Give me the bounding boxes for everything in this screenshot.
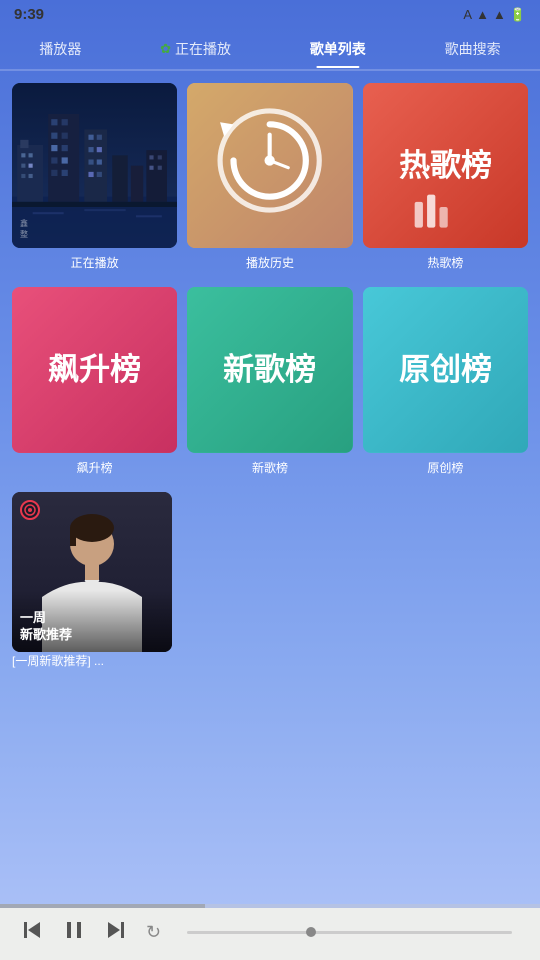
nowplaying-sub2: 整 xyxy=(20,229,28,240)
input-icon: A xyxy=(463,7,472,22)
history-image xyxy=(187,83,352,248)
main-content: 鑫 整 正在播放 xyxy=(0,71,540,904)
card-hot[interactable]: 热歌榜 热歌榜 xyxy=(363,83,528,271)
nowplaying-image: 鑫 整 xyxy=(12,83,177,248)
nav-playlist[interactable]: 歌单列表 xyxy=(302,33,374,65)
grid-row-1: 鑫 整 正在播放 xyxy=(12,83,528,271)
original-image: 原创榜 xyxy=(363,287,528,452)
newsongs-label: 新歌榜 xyxy=(252,459,288,476)
nav-search[interactable]: 歌曲搜索 xyxy=(437,33,509,65)
top-nav: 播放器 ✿ 正在播放 歌单列表 歌曲搜索 xyxy=(0,27,540,65)
grid-row-2: 飙升榜 飙升榜 新歌榜 新歌榜 xyxy=(12,287,528,475)
weekly-row: 一周 新歌推荐 [一周新歌推荐] ... xyxy=(12,492,528,670)
prev-button[interactable] xyxy=(20,918,44,946)
wifi-icon: ▲ xyxy=(476,7,489,22)
card-rising[interactable]: 飙升榜 飙升榜 xyxy=(12,287,177,475)
nav-nowplaying[interactable]: ✿ 正在播放 xyxy=(152,33,239,65)
status-icons: A ▲ ▲ 🔋 xyxy=(463,7,526,23)
card-newsongs[interactable]: 新歌榜 新歌榜 xyxy=(187,287,352,475)
bottom-player: ↻ xyxy=(0,908,540,960)
signal-icon: ▲ xyxy=(493,7,506,22)
progress-thumb xyxy=(306,927,316,937)
history-label: 播放历史 xyxy=(246,254,294,271)
pause-button[interactable] xyxy=(62,918,86,946)
flower-icon: ✿ xyxy=(160,41,171,57)
svg-text:原创榜: 原创榜 xyxy=(399,352,492,387)
shuffle-button[interactable]: ↻ xyxy=(146,923,161,941)
card-history[interactable]: 播放历史 xyxy=(187,83,352,271)
weekly-overlay-text2: 新歌推荐 xyxy=(20,627,164,644)
player-controls: ↻ xyxy=(20,918,520,946)
status-time: 9:39 xyxy=(14,6,44,23)
rising-label: 飙升榜 xyxy=(77,459,113,476)
card-original[interactable]: 原创榜 原创榜 xyxy=(363,287,528,475)
svg-text:飙升榜: 飙升榜 xyxy=(48,352,141,387)
status-bar: 9:39 A ▲ ▲ 🔋 xyxy=(0,0,540,27)
nav-player[interactable]: 播放器 xyxy=(31,33,89,65)
original-label: 原创榜 xyxy=(427,459,463,476)
progress-slider[interactable] xyxy=(187,931,512,934)
svg-text:新歌榜: 新歌榜 xyxy=(224,352,317,387)
weekly-label: [一周新歌推荐] ... xyxy=(12,654,104,668)
nav-player-label: 播放器 xyxy=(39,39,81,59)
battery-icon: 🔋 xyxy=(510,7,526,23)
nav-nowplaying-label: 正在播放 xyxy=(175,39,231,59)
newsongs-image: 新歌榜 xyxy=(187,287,352,452)
weekly-overlay-text1: 一周 xyxy=(20,610,164,627)
rising-image: 飙升榜 xyxy=(12,287,177,452)
weekly-card[interactable]: 一周 新歌推荐 [一周新歌推荐] ... xyxy=(12,492,172,670)
nav-search-label: 歌曲搜索 xyxy=(445,39,501,59)
hot-image: 热歌榜 xyxy=(363,83,528,248)
next-button[interactable] xyxy=(104,918,128,946)
nav-playlist-label: 歌单列表 xyxy=(310,39,366,59)
hot-label: 热歌榜 xyxy=(427,254,463,271)
weekly-overlay: 一周 新歌推荐 xyxy=(12,590,172,652)
nowplaying-sub1: 鑫 xyxy=(20,218,28,229)
weekly-image: 一周 新歌推荐 xyxy=(12,492,172,652)
card-nowplaying[interactable]: 鑫 整 正在播放 xyxy=(12,83,177,271)
weekly-logo xyxy=(20,500,40,520)
nowplaying-label: 正在播放 xyxy=(71,254,119,271)
nowplaying-bg: 鑫 整 xyxy=(12,83,177,248)
svg-text:热歌榜: 热歌榜 xyxy=(399,148,492,183)
